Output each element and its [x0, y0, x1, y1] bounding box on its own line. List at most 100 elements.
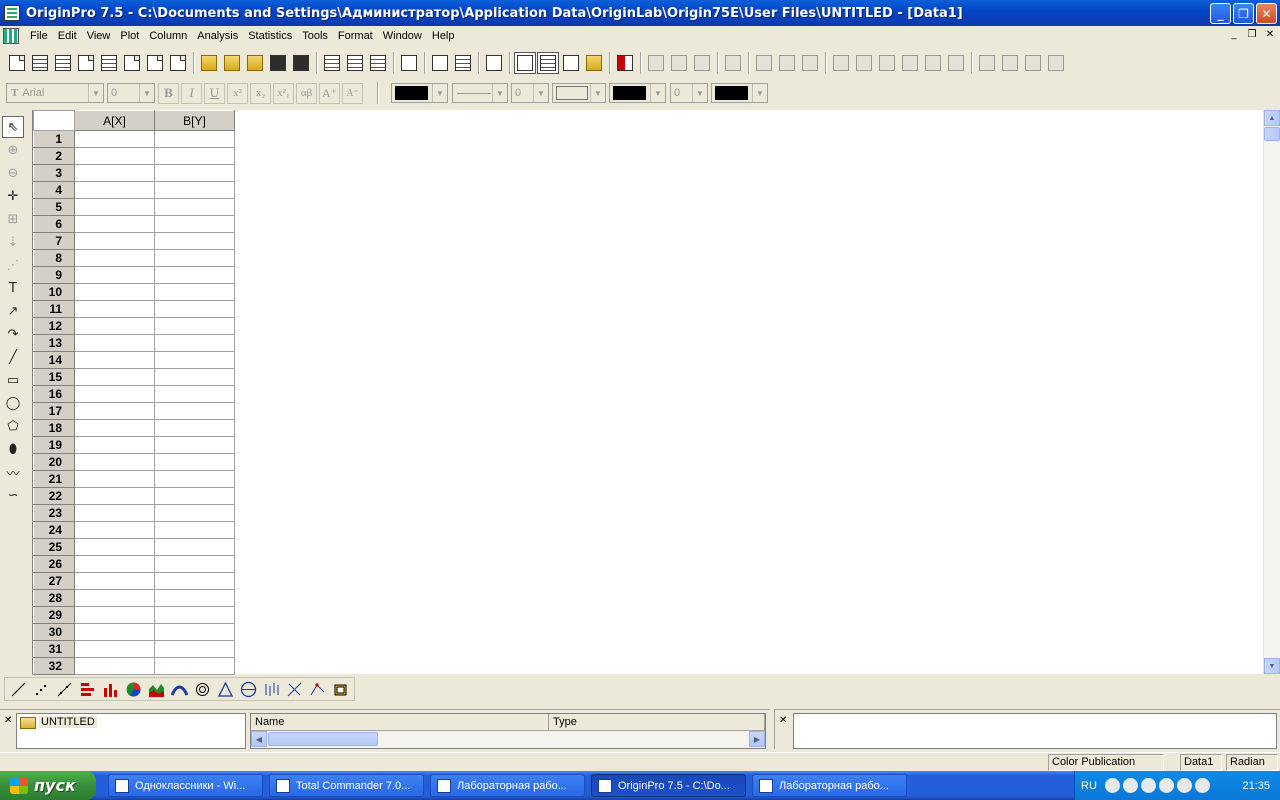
volume-icon[interactable] — [1122, 778, 1138, 793]
smith-chart-button[interactable] — [237, 678, 259, 700]
worksheet-cell[interactable] — [74, 232, 155, 250]
whole-page-button[interactable] — [691, 52, 713, 74]
arrow-tool-button[interactable]: ↗ — [2, 300, 24, 322]
import-multiple-ascii-button[interactable] — [344, 52, 366, 74]
table-row[interactable]: 13 — [33, 334, 235, 352]
network-icon[interactable] — [1158, 778, 1174, 793]
worksheet-cell[interactable] — [154, 266, 235, 284]
menu-format[interactable]: Format — [333, 30, 378, 42]
font-size-combo[interactable]: 0 ▼ — [107, 83, 155, 103]
layer-2-button[interactable] — [776, 52, 798, 74]
table-row[interactable]: 26 — [33, 555, 235, 573]
row-header[interactable]: 32 — [33, 657, 75, 675]
worksheet-cell[interactable] — [74, 164, 155, 182]
worksheet-cell[interactable] — [74, 283, 155, 301]
rectangle-tool-button[interactable]: ▭ — [2, 369, 24, 391]
axis-ticks-button[interactable] — [945, 52, 967, 74]
worksheet-cell[interactable] — [74, 385, 155, 403]
axis-box-button[interactable] — [899, 52, 921, 74]
polygon-tool-button[interactable]: ⬠ — [2, 415, 24, 437]
table-row[interactable]: 24 — [33, 521, 235, 539]
expand-tray-icon[interactable] — [1140, 778, 1156, 793]
polyline-tool-button[interactable]: 〰 — [2, 461, 24, 483]
row-header[interactable]: 3 — [33, 164, 75, 182]
decrease-font-button[interactable]: A⁻ — [342, 82, 363, 104]
table-row[interactable]: 22 — [33, 487, 235, 505]
new-excel-button[interactable] — [52, 52, 74, 74]
menu-help[interactable]: Help — [427, 30, 460, 42]
origin-app-icon[interactable] — [4, 5, 20, 21]
worksheet-cell[interactable] — [74, 419, 155, 437]
vertical-scrollbar[interactable]: ▲ ▼ — [1263, 110, 1280, 674]
polar-plot-button[interactable] — [168, 678, 190, 700]
superscript-button[interactable]: x² — [227, 82, 248, 104]
font-name-combo[interactable]: T Arial ▼ — [6, 83, 104, 103]
new-matrix-button[interactable] — [98, 52, 120, 74]
worksheet-cell[interactable] — [74, 300, 155, 318]
project-explorer-button[interactable] — [483, 52, 505, 74]
curved-arrow-button[interactable]: ↷ — [2, 323, 24, 345]
save-project-button[interactable] — [267, 52, 289, 74]
menu-window[interactable]: Window — [378, 30, 427, 42]
worksheet-cell[interactable] — [74, 572, 155, 590]
row-header[interactable]: 27 — [33, 572, 75, 590]
close-button[interactable]: ✕ — [1256, 3, 1277, 24]
column-type-header[interactable]: Type — [549, 714, 765, 731]
vector-plot-button[interactable] — [283, 678, 305, 700]
new-layout-button[interactable] — [144, 52, 166, 74]
table-row[interactable]: 29 — [33, 606, 235, 624]
worksheet-cell[interactable] — [154, 538, 235, 556]
worksheet-cell[interactable] — [154, 130, 235, 148]
table-row[interactable]: 27 — [33, 572, 235, 590]
row-header[interactable]: 31 — [33, 640, 75, 658]
worksheet-cell[interactable] — [74, 657, 155, 675]
worksheet-cell[interactable] — [74, 368, 155, 386]
worksheet-cell[interactable] — [74, 470, 155, 488]
worksheet-cell[interactable] — [74, 351, 155, 369]
worksheet-cell[interactable] — [154, 589, 235, 607]
menu-column[interactable]: Column — [144, 30, 192, 42]
menu-tools[interactable]: Tools — [297, 30, 333, 42]
worksheet-cell[interactable] — [74, 538, 155, 556]
table-row[interactable]: 28 — [33, 589, 235, 607]
table-row[interactable]: 21 — [33, 470, 235, 488]
worksheet-cell[interactable] — [154, 555, 235, 573]
worksheet-cell[interactable] — [74, 453, 155, 471]
table-row[interactable]: 6 — [33, 215, 235, 233]
worksheet-cell[interactable] — [154, 402, 235, 420]
menu-plot[interactable]: Plot — [115, 30, 144, 42]
mdi-minimize-button[interactable]: _ — [1226, 27, 1242, 41]
worksheet-cell[interactable] — [74, 249, 155, 267]
restore-button[interactable]: ❐ — [1233, 3, 1254, 24]
menu-statistics[interactable]: Statistics — [243, 30, 297, 42]
group-button[interactable] — [999, 52, 1021, 74]
bar-chart-button[interactable] — [76, 678, 98, 700]
info-icon[interactable] — [1194, 778, 1210, 793]
table-row[interactable]: 16 — [33, 385, 235, 403]
taskbar-button[interactable]: Одноклассники - Wi... — [108, 774, 263, 797]
zoom-plot-button[interactable] — [306, 678, 328, 700]
table-row[interactable]: 30 — [33, 623, 235, 641]
worksheet-cell[interactable] — [154, 147, 235, 165]
worksheet-cell[interactable] — [74, 266, 155, 284]
add-column-button[interactable] — [614, 52, 636, 74]
scroll-right-icon[interactable]: ▶ — [749, 731, 765, 747]
column-name-header[interactable]: Name — [251, 714, 549, 731]
new-notes-button[interactable] — [167, 52, 189, 74]
script-window-button[interactable] — [537, 52, 559, 74]
table-row[interactable]: 15 — [33, 368, 235, 386]
worksheet-cell[interactable] — [154, 521, 235, 539]
increase-font-button[interactable]: A⁺ — [319, 82, 340, 104]
zoom-in-view-button[interactable] — [645, 52, 667, 74]
worksheet-cell[interactable] — [154, 453, 235, 471]
row-header[interactable]: 14 — [33, 351, 75, 369]
table-row[interactable]: 10 — [33, 283, 235, 301]
row-header[interactable]: 25 — [33, 538, 75, 556]
results-log-button[interactable] — [514, 52, 536, 74]
area-chart-button[interactable] — [145, 678, 167, 700]
save-template-button[interactable] — [290, 52, 312, 74]
pattern-size-combo[interactable]: 0 ▼ — [670, 83, 708, 103]
folder-untitled[interactable]: UNTITLED — [39, 716, 97, 728]
worksheet-cell[interactable] — [74, 606, 155, 624]
line-width-combo[interactable]: 0 ▼ — [511, 83, 549, 103]
